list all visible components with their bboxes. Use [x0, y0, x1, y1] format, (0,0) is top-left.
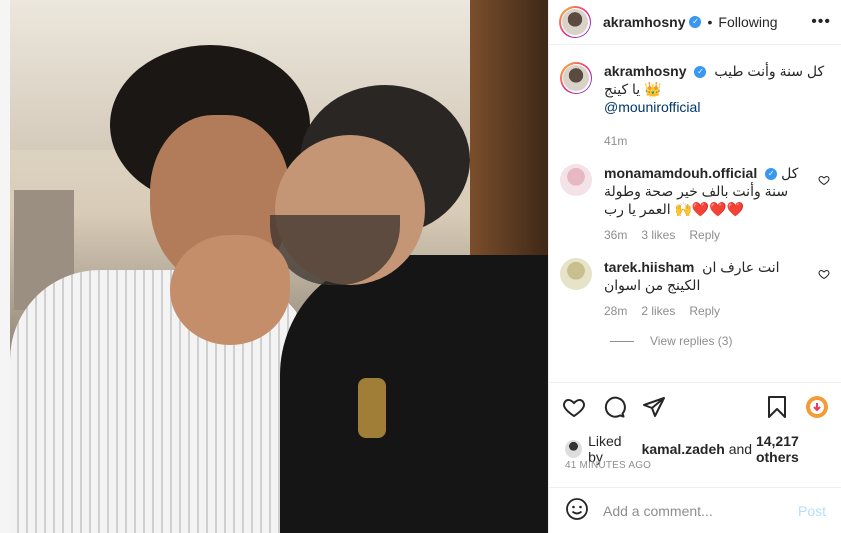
view-replies-label: View replies (3)	[650, 334, 733, 348]
comments-list[interactable]: akramhosny ✓ كل سنة وأنت طيب يا كينج 👑 @m…	[549, 46, 841, 382]
post-photo[interactable]	[0, 0, 548, 533]
add-comment-input[interactable]	[603, 502, 798, 519]
comment-reply-button[interactable]: Reply	[689, 226, 720, 244]
comment-likes[interactable]: 3 likes	[641, 226, 675, 244]
comment-item: tarek.hiisham انت عارف ان الكينج من اسوا…	[560, 258, 830, 320]
add-comment-bar: Post	[549, 487, 841, 533]
commenter-avatar[interactable]	[560, 258, 592, 290]
instagram-post-view: akramhosny ✓ • Following ••• akramhosny ✓…	[0, 0, 841, 533]
post-timestamp[interactable]: 41 MINUTES AGO	[565, 460, 651, 471]
liker-username[interactable]: kamal.zadeh	[642, 441, 725, 457]
comment-icon[interactable]	[601, 394, 627, 420]
more-options-icon[interactable]: •••	[811, 13, 831, 31]
sticker-icon[interactable]	[804, 394, 830, 420]
view-replies-button[interactable]: View replies (3)	[610, 334, 826, 348]
view-replies-line	[610, 340, 634, 342]
commenter-avatar[interactable]	[560, 164, 592, 196]
caption-avatar[interactable]	[560, 62, 592, 94]
comment-like-heart-icon[interactable]	[818, 268, 830, 280]
comment-username[interactable]: monamamdouh.official	[604, 165, 757, 181]
photo-hand	[170, 235, 290, 345]
likes-count[interactable]: 14,217 others	[756, 433, 841, 465]
caption: akramhosny ✓ كل سنة وأنت طيب يا كينج 👑 @m…	[560, 62, 826, 150]
post-comment-button[interactable]: Post	[798, 503, 826, 519]
comment-reply-button[interactable]: Reply	[689, 302, 720, 320]
verified-badge-icon: ✓	[694, 66, 707, 79]
post-side-panel: akramhosny ✓ • Following ••• akramhosny ✓…	[548, 0, 841, 533]
share-icon[interactable]	[641, 394, 667, 420]
photo-black-shirt	[280, 255, 548, 533]
liker-avatar[interactable]	[565, 440, 583, 458]
post-header: akramhosny ✓ • Following •••	[549, 0, 841, 45]
caption-mention-link[interactable]: @mounirofficial	[604, 99, 700, 115]
author-avatar[interactable]	[559, 6, 591, 38]
heart-icon[interactable]	[561, 394, 587, 420]
photo-left-margin	[0, 0, 10, 533]
comment-time[interactable]: 28m	[604, 302, 627, 320]
likes-and: and	[728, 441, 753, 457]
separator-dot: •	[707, 14, 713, 30]
photo-shirt-emblem	[358, 378, 386, 438]
comment-item: monamamdouh.official ✓ كل سنة وأنت بالف خ…	[560, 164, 830, 244]
emoji-icon[interactable]	[565, 497, 589, 524]
verified-badge-icon: ✓	[765, 168, 778, 181]
action-bar	[549, 382, 841, 430]
author-username[interactable]: akramhosny	[603, 14, 685, 30]
comment-username[interactable]: tarek.hiisham	[604, 259, 694, 275]
bookmark-icon[interactable]	[764, 394, 790, 420]
comment-time[interactable]: 36m	[604, 226, 627, 244]
verified-badge-icon: ✓	[689, 16, 702, 28]
comment-likes[interactable]: 2 likes	[641, 302, 675, 320]
caption-time[interactable]: 41m	[604, 132, 627, 150]
comment-like-heart-icon[interactable]	[818, 174, 830, 186]
following-button[interactable]: Following	[718, 14, 777, 30]
caption-username[interactable]: akramhosny	[604, 63, 686, 79]
